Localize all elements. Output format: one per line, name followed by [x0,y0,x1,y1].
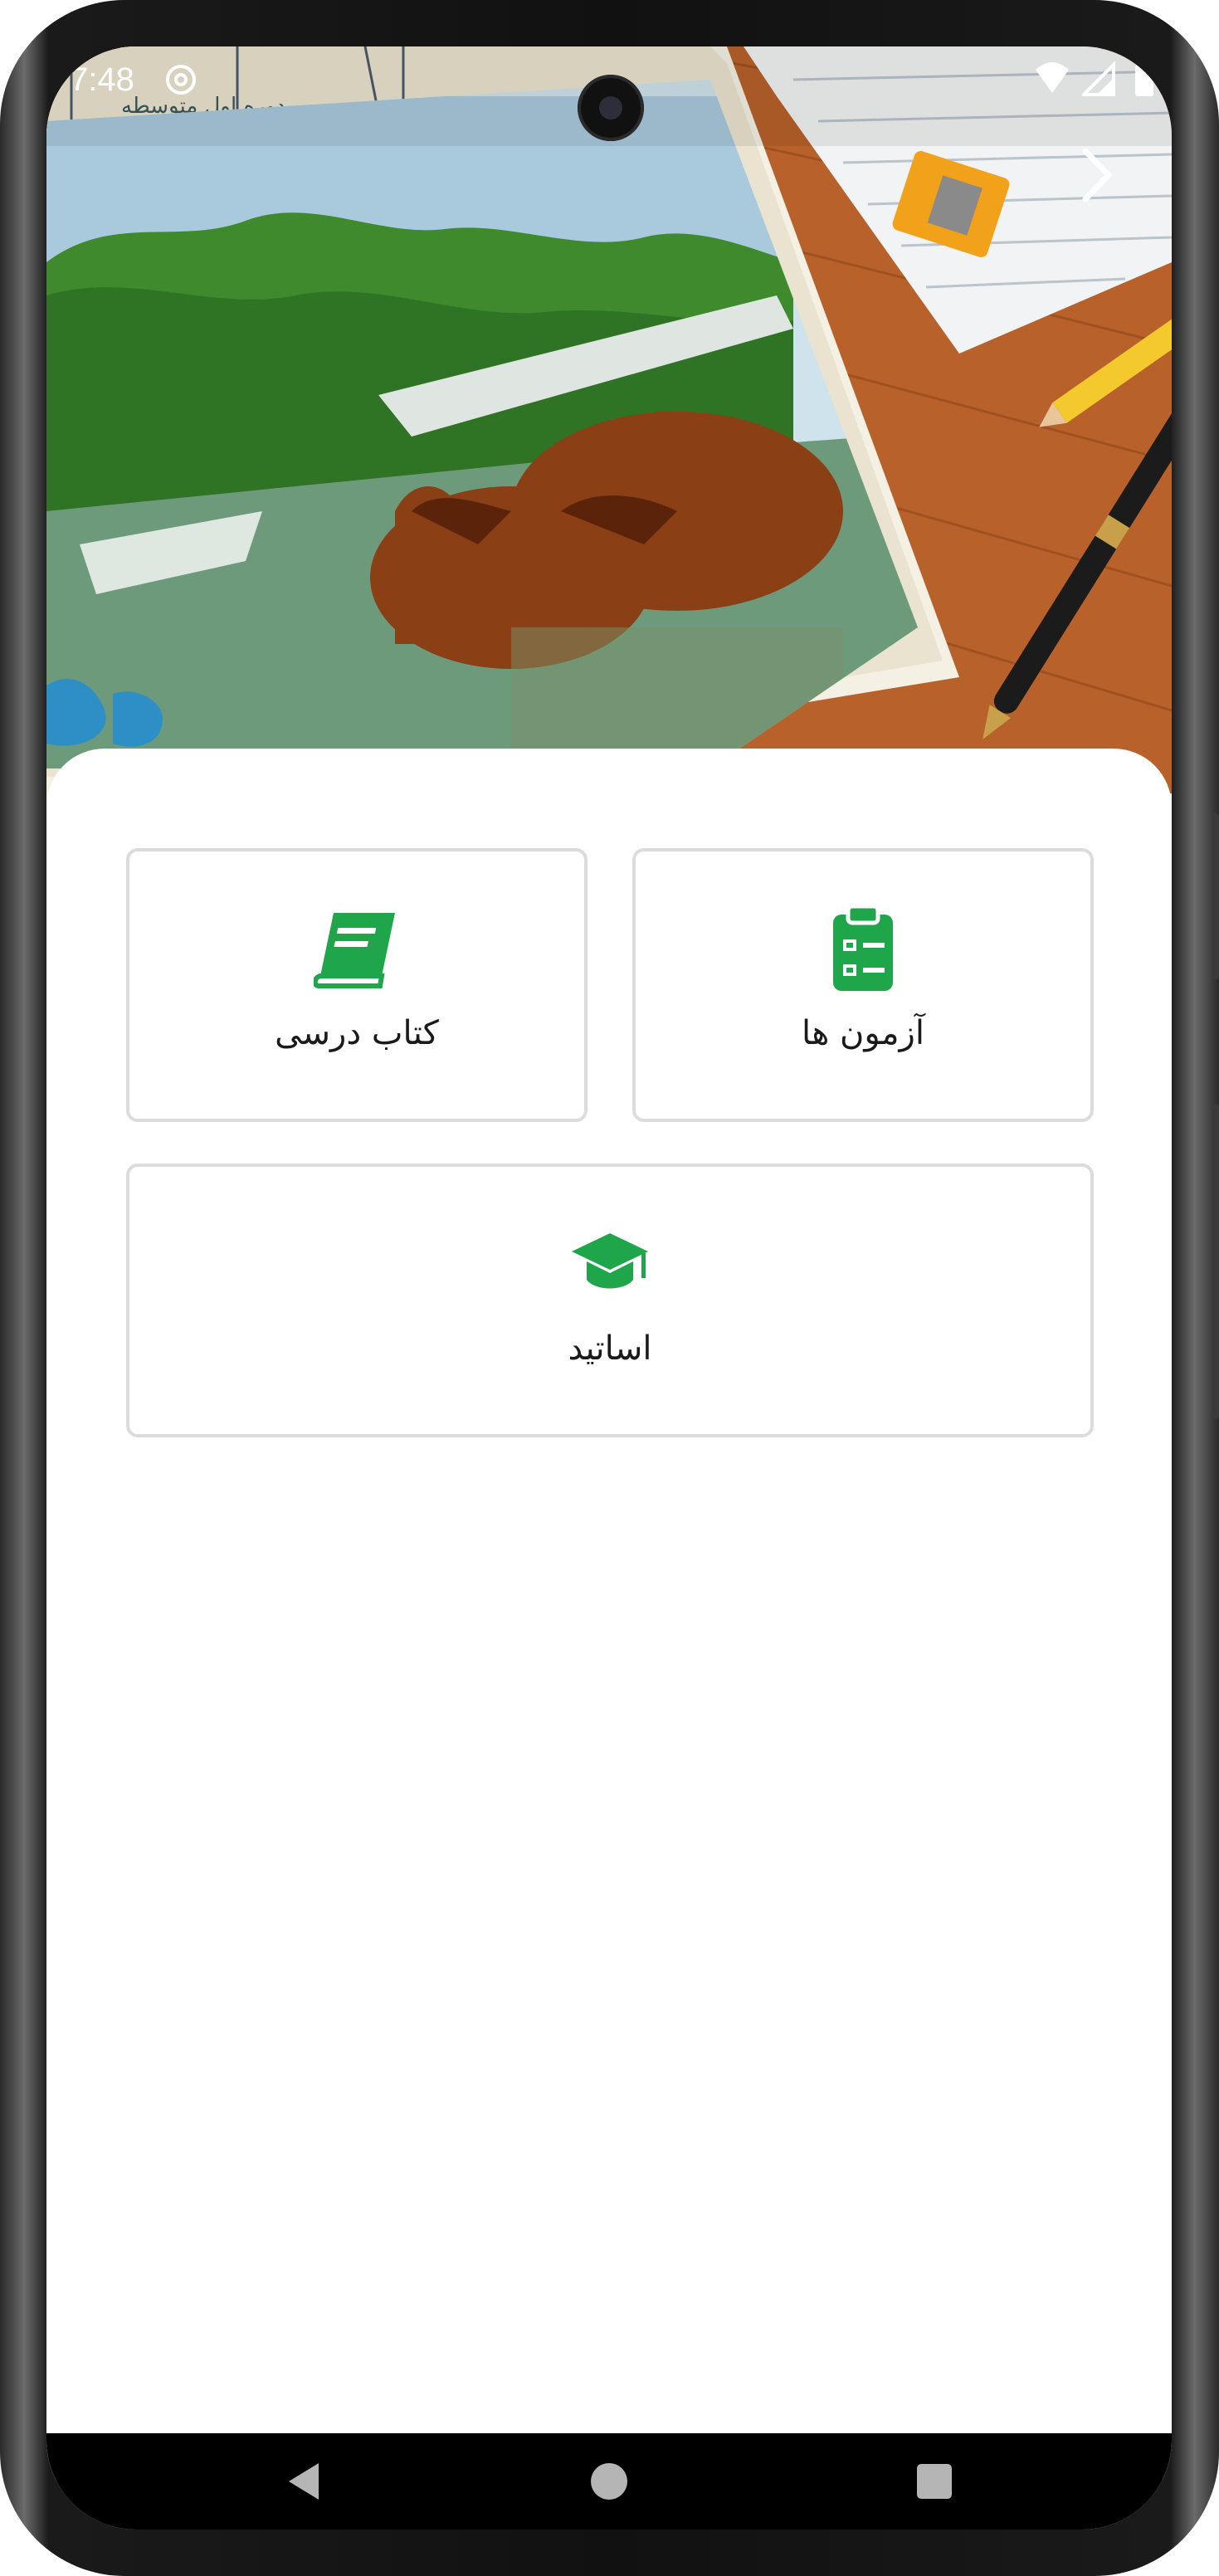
home-circle-icon[interactable] [584,2456,634,2506]
back-triangle-icon[interactable] [280,2456,330,2506]
exams-card[interactable]: آزمون ها [632,848,1094,1122]
graduation-cap-icon [570,1230,650,1303]
at-sign-icon [163,61,199,98]
front-camera [578,75,644,141]
back-button[interactable] [1059,138,1134,212]
system-navigation-bar [46,2433,1172,2530]
volume-button [1212,813,1219,979]
clipboard-list-icon [830,904,896,996]
book-icon [312,910,400,993]
teachers-label: اساتید [568,1329,652,1368]
textbook-label: کتاب درسی [275,1014,439,1052]
recents-square-icon[interactable] [909,2456,959,2506]
chevron-right-icon [1082,148,1112,202]
signal-icon [1082,61,1115,98]
exams-label: آزمون ها [802,1014,924,1052]
menu-sheet: آزمون ها کتاب درسی اساتید [46,749,1172,2480]
screen: دوره اول متوسطه ۱۳۴ [46,46,1172,2530]
wifi-icon [1034,61,1070,98]
hero-banner-image: دوره اول متوسطه ۱۳۴ [46,46,1172,793]
power-button [1212,1104,1219,1419]
textbook-card[interactable]: کتاب درسی [126,848,588,1122]
phone-frame: دوره اول متوسطه ۱۳۴ [0,0,1219,2576]
battery-icon [1132,61,1157,98]
status-time: 7:48 [70,61,134,98]
teachers-card[interactable]: اساتید [126,1164,1094,1437]
